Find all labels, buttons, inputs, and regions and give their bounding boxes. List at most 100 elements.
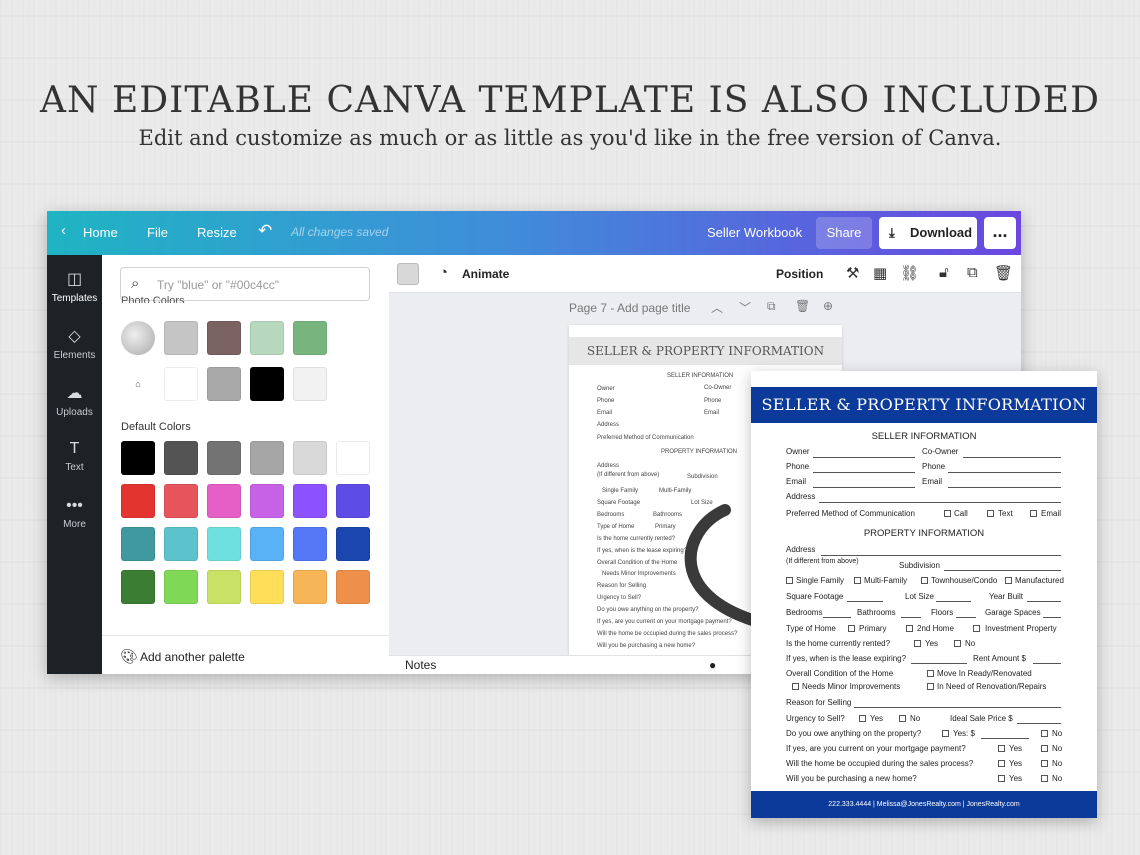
palette-icon: 🎨︎ xyxy=(120,648,138,664)
chevron-down-icon[interactable]: ﹀ xyxy=(739,299,751,316)
logo-thumbnail-icon[interactable]: ⌂ xyxy=(121,367,155,401)
default-color-swatch[interactable] xyxy=(336,570,370,604)
purchasing-yes-checkbox[interactable] xyxy=(998,775,1005,782)
default-color-swatch[interactable] xyxy=(336,484,370,518)
default-color-swatch[interactable] xyxy=(164,441,198,475)
animate-button[interactable]: Animate xyxy=(462,267,509,281)
default-color-swatch[interactable] xyxy=(121,570,155,604)
photo-color-swatch[interactable] xyxy=(293,321,327,355)
file-menu[interactable]: File xyxy=(147,225,168,240)
default-color-swatch[interactable] xyxy=(293,570,327,604)
default-color-swatch[interactable] xyxy=(207,570,241,604)
photo-color-swatch[interactable] xyxy=(250,367,284,401)
zoom-slider-knob-icon[interactable]: ● xyxy=(709,658,716,672)
document-title[interactable]: Seller Workbook xyxy=(707,225,802,240)
townhouse-checkbox[interactable] xyxy=(921,577,928,584)
fill-color-button[interactable] xyxy=(397,263,419,285)
default-color-swatch[interactable] xyxy=(250,527,284,561)
page-coowner-label: Co-Owner xyxy=(704,385,732,391)
default-color-swatch[interactable] xyxy=(250,570,284,604)
occupied-no-checkbox[interactable] xyxy=(1041,760,1048,767)
move-in-checkbox[interactable] xyxy=(927,670,934,677)
needs-minor-checkbox[interactable] xyxy=(792,683,799,690)
add-page-icon[interactable]: ⊕ xyxy=(823,299,833,313)
delete-page-icon[interactable]: 🗑︎ xyxy=(795,299,810,313)
default-color-swatch[interactable] xyxy=(250,441,284,475)
notes-button[interactable]: Notes xyxy=(405,658,436,672)
single-family-checkbox[interactable] xyxy=(786,577,793,584)
photo-color-swatch[interactable] xyxy=(207,367,241,401)
share-button[interactable]: Share xyxy=(816,217,872,249)
default-color-swatch[interactable] xyxy=(207,527,241,561)
default-color-swatch[interactable] xyxy=(207,441,241,475)
multi-family-checkbox[interactable] xyxy=(854,577,861,584)
sidebar-item-more[interactable]: ••• More xyxy=(47,497,102,530)
photo-color-swatch[interactable] xyxy=(164,367,198,401)
text-checkbox[interactable] xyxy=(987,510,994,517)
position-button[interactable]: Position xyxy=(776,267,823,281)
default-color-swatch[interactable] xyxy=(293,484,327,518)
mortgage-yes-checkbox[interactable] xyxy=(998,745,1005,752)
floors-line xyxy=(956,617,976,618)
needs-renovation-checkbox[interactable] xyxy=(927,683,934,690)
default-color-swatch[interactable] xyxy=(121,441,155,475)
photo-color-swatch[interactable] xyxy=(164,321,198,355)
photo-thumbnail[interactable] xyxy=(121,321,155,355)
coowner-label: Co-Owner xyxy=(922,447,959,456)
call-checkbox[interactable] xyxy=(944,510,951,517)
manufactured-checkbox[interactable] xyxy=(1005,577,1012,584)
default-color-swatch[interactable] xyxy=(336,441,370,475)
phone2-line xyxy=(948,472,1061,473)
undo-icon[interactable]: ↶ xyxy=(258,221,272,241)
default-color-swatch[interactable] xyxy=(336,527,370,561)
urgency-no-checkbox[interactable] xyxy=(899,715,906,722)
investment-checkbox[interactable] xyxy=(973,625,980,632)
download-button[interactable]: ⤓ Download xyxy=(879,217,977,249)
sidebar-item-elements[interactable]: ◇ Elements xyxy=(47,326,102,361)
lock-icon[interactable]: 🔓︎ xyxy=(939,264,949,281)
default-color-swatch[interactable] xyxy=(250,484,284,518)
email-checkbox[interactable] xyxy=(1030,510,1037,517)
default-color-swatch[interactable] xyxy=(121,484,155,518)
transparency-icon[interactable]: ▦ xyxy=(873,264,887,282)
resize-button[interactable]: Resize xyxy=(197,225,237,240)
photo-color-swatch[interactable] xyxy=(250,321,284,355)
page-title[interactable]: Page 7 - Add page title xyxy=(569,301,690,315)
duplicate-page-icon[interactable]: ⧉ xyxy=(767,299,776,314)
sidebar-item-templates[interactable]: ◫ Templates xyxy=(47,269,102,304)
rented-yes-checkbox[interactable] xyxy=(914,640,921,647)
chevron-up-icon[interactable]: ︿ xyxy=(711,299,723,316)
second-home-checkbox[interactable] xyxy=(906,625,913,632)
mortgage-no-checkbox[interactable] xyxy=(1041,745,1048,752)
default-color-swatch[interactable] xyxy=(207,484,241,518)
sidebar-item-text[interactable]: T Text xyxy=(47,440,102,473)
occupied-yes-checkbox[interactable] xyxy=(998,760,1005,767)
default-color-swatch[interactable] xyxy=(164,527,198,561)
owner-label: Owner xyxy=(786,447,810,456)
link-icon[interactable]: ⛓ xyxy=(900,264,919,282)
add-palette-button[interactable]: 🎨︎ Add another palette xyxy=(102,635,389,674)
urgency-yes-checkbox[interactable] xyxy=(859,715,866,722)
more-options-button[interactable]: ... xyxy=(984,217,1016,249)
primary-checkbox[interactable] xyxy=(848,625,855,632)
manufactured-label: Manufactured xyxy=(1015,576,1064,585)
owe-no-checkbox[interactable] xyxy=(1041,730,1048,737)
photo-color-swatch[interactable] xyxy=(293,367,327,401)
lot-size-line xyxy=(936,601,971,602)
urgency-label: Urgency to Sell? xyxy=(786,714,845,723)
photo-color-swatch[interactable] xyxy=(207,321,241,355)
rented-no-checkbox[interactable] xyxy=(954,640,961,647)
default-color-swatch[interactable] xyxy=(293,527,327,561)
duplicate-icon[interactable]: ⧉ xyxy=(967,264,978,281)
default-color-swatch[interactable] xyxy=(164,484,198,518)
chevron-left-icon[interactable]: ‹ xyxy=(61,222,66,239)
sidebar-item-uploads[interactable]: ☁ Uploads xyxy=(47,383,102,418)
trash-icon[interactable]: 🗑︎ xyxy=(994,264,1013,282)
default-color-swatch[interactable] xyxy=(164,570,198,604)
home-button[interactable]: Home xyxy=(83,225,118,240)
default-color-swatch[interactable] xyxy=(293,441,327,475)
default-color-swatch[interactable] xyxy=(121,527,155,561)
purchasing-no-checkbox[interactable] xyxy=(1041,775,1048,782)
owe-yes-checkbox[interactable] xyxy=(942,730,949,737)
paint-roller-icon[interactable]: ⚒ xyxy=(846,264,859,282)
